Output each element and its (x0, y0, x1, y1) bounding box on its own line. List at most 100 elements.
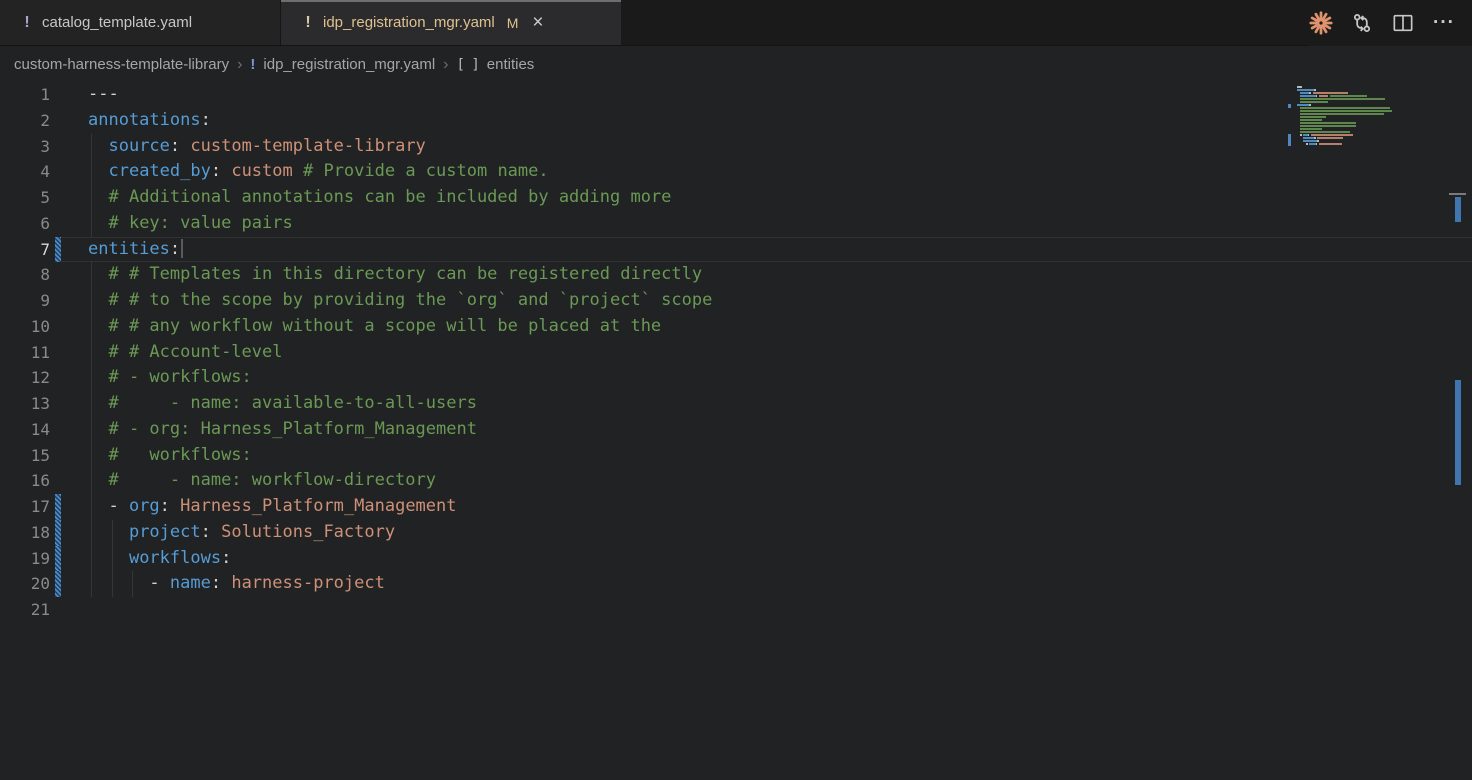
code-line-17[interactable]: 17 - org: Harness_Platform_Management (0, 494, 1472, 520)
line-number[interactable]: 13 (0, 391, 50, 417)
code-text (61, 597, 1472, 623)
ruler-cursor-marker (1449, 193, 1466, 195)
code-line-11[interactable]: 11 # # Account-level (0, 340, 1472, 366)
line-number[interactable]: 9 (0, 288, 50, 314)
split-editor-button[interactable] (1391, 11, 1415, 35)
open-changes-button[interactable] (1350, 11, 1374, 35)
line-number[interactable]: 10 (0, 314, 50, 340)
line-number[interactable]: 4 (0, 159, 50, 185)
line-number[interactable]: 21 (0, 597, 50, 623)
code-line-5[interactable]: 5 # Additional annotations can be includ… (0, 185, 1472, 211)
chevron-right-icon: › (237, 56, 242, 74)
code-text: source: custom-template-library (61, 134, 1472, 160)
code-line-4[interactable]: 4 created_by: custom # Provide a custom … (0, 159, 1472, 185)
split-editor-icon (1392, 12, 1414, 34)
ruler-modified-marker (1455, 380, 1461, 485)
line-number[interactable]: 5 (0, 185, 50, 211)
ellipsis-icon: ··· (1433, 12, 1455, 34)
code-text: project: Solutions_Factory (61, 520, 1472, 546)
code-text: # Additional annotations can be included… (61, 185, 1472, 211)
code-line-16[interactable]: 16 # - name: workflow-directory (0, 468, 1472, 494)
code-text: workflows: (61, 546, 1472, 572)
line-number[interactable]: 6 (0, 211, 50, 237)
code-text: # - name: workflow-directory (61, 468, 1472, 494)
code-text: created_by: custom # Provide a custom na… (61, 159, 1472, 185)
code-line-8[interactable]: 8 # # Templates in this directory can be… (0, 262, 1472, 288)
code-text: # # to the scope by providing the `org` … (61, 288, 1472, 314)
line-number[interactable]: 2 (0, 108, 50, 134)
code-text: # # any workflow without a scope will be… (61, 314, 1472, 340)
minimap-line (1297, 146, 1445, 149)
starburst-icon (1309, 11, 1333, 35)
code-line-7[interactable]: 7 entities: (0, 237, 1472, 263)
code-line-19[interactable]: 19 workflows: (0, 546, 1472, 572)
minimap-modified-marker (1288, 104, 1291, 108)
code-lines: 1---2annotations:3 source: custom-templa… (0, 82, 1472, 623)
line-number[interactable]: 1 (0, 82, 50, 108)
minimap[interactable] (1297, 86, 1445, 149)
code-line-3[interactable]: 3 source: custom-template-library (0, 134, 1472, 160)
file-warning-icon: ! (303, 14, 313, 32)
code-line-12[interactable]: 12 # - workflows: (0, 365, 1472, 391)
line-number[interactable]: 12 (0, 365, 50, 391)
code-line-6[interactable]: 6 # key: value pairs (0, 211, 1472, 237)
breadcrumb: custom-harness-template-library › ! idp_… (0, 47, 1472, 82)
code-text: # # Templates in this directory can be r… (61, 262, 1472, 288)
code-line-2[interactable]: 2 annotations: (0, 108, 1472, 134)
text-cursor (181, 239, 183, 258)
line-number[interactable]: 3 (0, 134, 50, 160)
line-number[interactable]: 16 (0, 468, 50, 494)
tab-idp-registration-mgr-yaml[interactable]: ! idp_registration_mgr.yaml M × (281, 0, 621, 45)
tab-catalog-template-yaml[interactable]: ! catalog_template.yaml (0, 0, 281, 45)
tab-label: idp_registration_mgr.yaml (323, 14, 495, 31)
code-line-15[interactable]: 15 # workflows: (0, 443, 1472, 469)
chevron-right-icon: › (443, 56, 448, 74)
close-tab-icon[interactable]: × (532, 13, 543, 32)
file-warning-icon: ! (250, 56, 255, 73)
code-line-20[interactable]: 20 - name: harness-project (0, 571, 1472, 597)
code-line-21[interactable]: 21 (0, 597, 1472, 623)
code-line-13[interactable]: 13 # - name: available-to-all-users (0, 391, 1472, 417)
code-text: # key: value pairs (61, 211, 1472, 237)
code-text: annotations: (61, 108, 1472, 134)
breadcrumb-symbol-entities[interactable]: entities (487, 56, 535, 73)
editor-actions: ··· (1309, 0, 1472, 46)
tab-bar: ! catalog_template.yaml ! idp_registrati… (0, 0, 1472, 46)
breadcrumb-folder[interactable]: custom-harness-template-library (14, 56, 229, 73)
code-line-18[interactable]: 18 project: Solutions_Factory (0, 520, 1472, 546)
indent-guide (91, 134, 92, 237)
breadcrumb-file[interactable]: idp_registration_mgr.yaml (263, 56, 435, 73)
code-text: # - org: Harness_Platform_Management (61, 417, 1472, 443)
git-modified-badge: M (507, 15, 519, 31)
code-text: # - name: available-to-all-users (61, 391, 1472, 417)
line-number[interactable]: 18 (0, 520, 50, 546)
indent-guide (91, 262, 92, 597)
line-number[interactable]: 14 (0, 417, 50, 443)
code-text: - name: harness-project (61, 571, 1472, 597)
code-line-14[interactable]: 14 # - org: Harness_Platform_Management (0, 417, 1472, 443)
ruler-modified-marker (1455, 197, 1461, 222)
code-line-10[interactable]: 10 # # any workflow without a scope will… (0, 314, 1472, 340)
line-number[interactable]: 17 (0, 494, 50, 520)
line-number[interactable]: 15 (0, 443, 50, 469)
vscode-editor-window: ! catalog_template.yaml ! idp_registrati… (0, 0, 1472, 780)
starburst-extension-button[interactable] (1309, 11, 1333, 35)
code-line-1[interactable]: 1--- (0, 82, 1472, 108)
line-number[interactable]: 8 (0, 262, 50, 288)
code-editor[interactable]: 1---2annotations:3 source: custom-templa… (0, 82, 1472, 780)
code-text: entities: (61, 237, 1472, 263)
line-number[interactable]: 19 (0, 546, 50, 572)
line-number[interactable]: 20 (0, 571, 50, 597)
line-number[interactable]: 7 (0, 237, 50, 263)
line-number[interactable]: 11 (0, 340, 50, 366)
code-line-9[interactable]: 9 # # to the scope by providing the `org… (0, 288, 1472, 314)
indent-guide (112, 520, 113, 597)
file-warning-icon: ! (22, 14, 32, 32)
array-symbol-icon: [ ] (456, 57, 478, 73)
minimap-modified-marker (1288, 134, 1291, 146)
more-actions-button[interactable]: ··· (1432, 11, 1456, 35)
tab-label: catalog_template.yaml (42, 14, 192, 31)
code-text: - org: Harness_Platform_Management (61, 494, 1472, 520)
code-text: # workflows: (61, 443, 1472, 469)
code-text: # # Account-level (61, 340, 1472, 366)
